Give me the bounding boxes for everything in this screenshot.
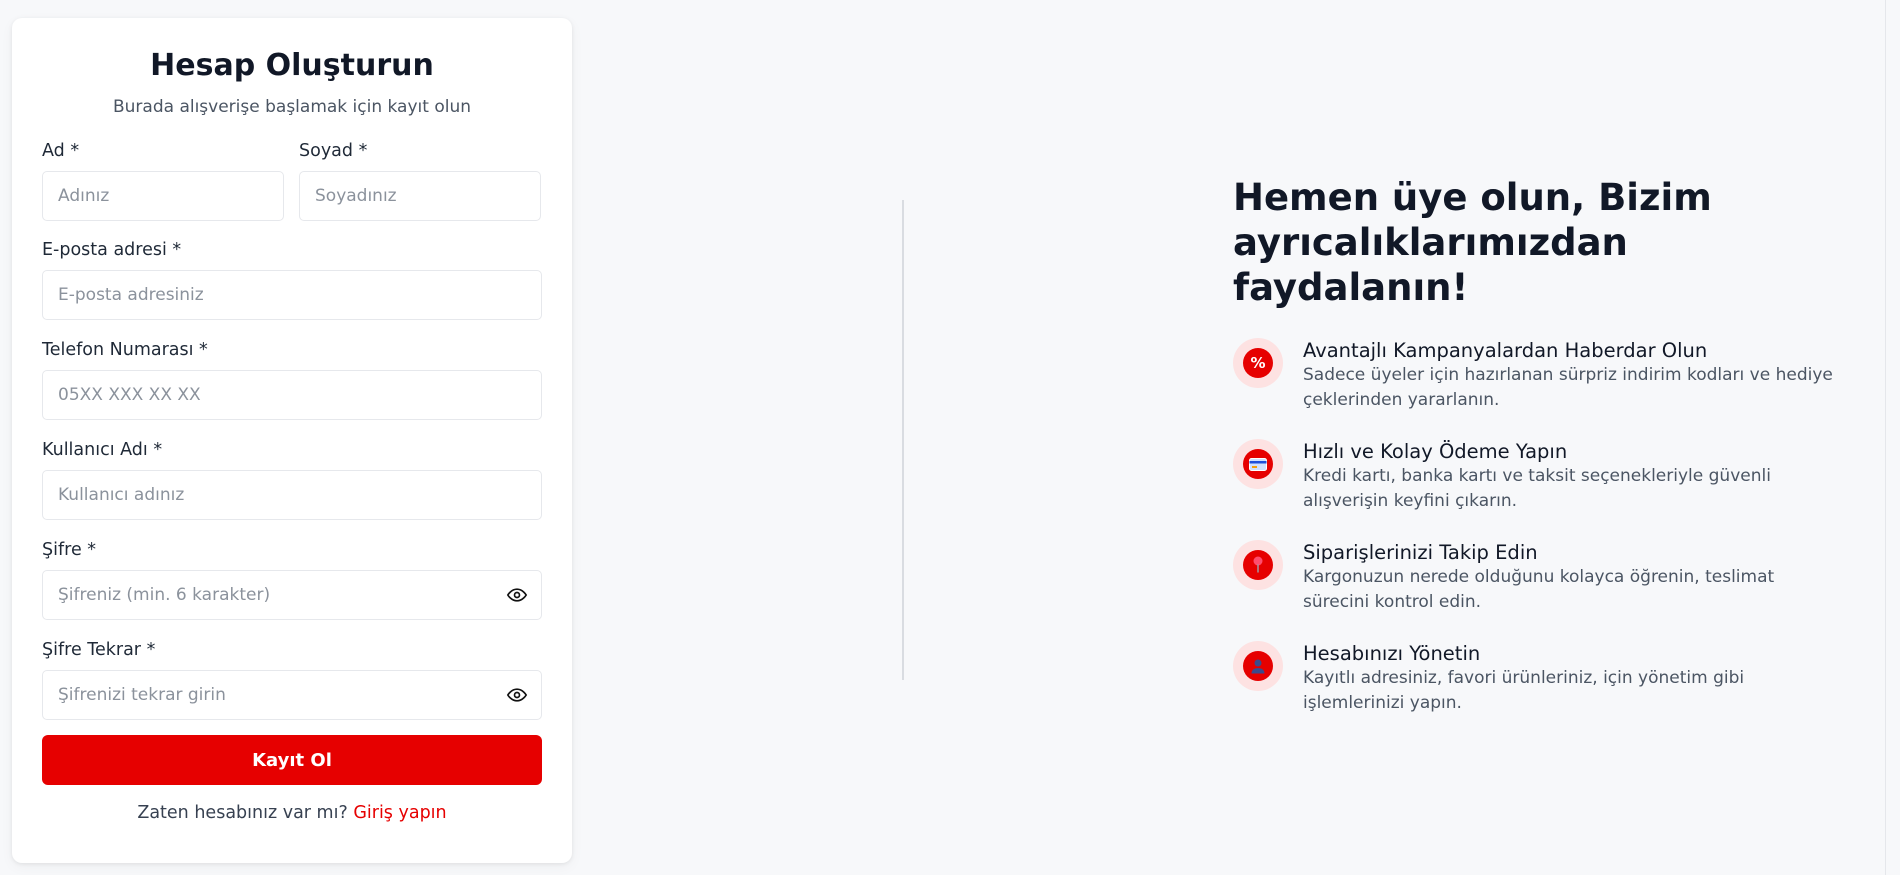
benefits-title: Hemen üye olun, Bizim ayrıcalıklarımızda… bbox=[1233, 176, 1712, 309]
last-name-input[interactable] bbox=[299, 171, 541, 221]
feature-item: % Avantajlı Kampanyalardan Haberdar Olun… bbox=[1233, 338, 1853, 413]
feature-item: Hızlı ve Kolay Ödeme Yapın Kredi kartı, … bbox=[1233, 439, 1853, 514]
username-input[interactable] bbox=[42, 470, 542, 520]
password-input-wrap bbox=[42, 570, 542, 620]
eye-icon[interactable] bbox=[506, 585, 528, 605]
last-name-label: Soyad * bbox=[299, 141, 368, 161]
feature-description: Kargonuzun nerede olduğunu kolayca öğren… bbox=[1303, 567, 1775, 612]
user-icon bbox=[1233, 641, 1283, 691]
page-subtitle: Burada alışverişe başlamak için kayıt ol… bbox=[112, 97, 472, 117]
email-input[interactable] bbox=[42, 270, 542, 320]
phone-label: Telefon Numarası * bbox=[42, 340, 208, 360]
location-pin-icon bbox=[1233, 540, 1283, 590]
feature-text: Siparişlerinizi Takip Edin Kargonuzun ne… bbox=[1303, 540, 1843, 615]
page-title: Hesap Oluşturun bbox=[150, 48, 434, 83]
submit-wrap: Kayıt Ol bbox=[42, 735, 542, 785]
feature-list: % Avantajlı Kampanyalardan Haberdar Olun… bbox=[1233, 338, 1853, 716]
login-prompt: Zaten hesabınız var mı? bbox=[137, 803, 348, 823]
email-label: E-posta adresi * bbox=[42, 240, 182, 260]
password-group: Şifre * bbox=[42, 539, 542, 620]
feature-title: Avantajlı Kampanyalardan Haberdar Olun bbox=[1303, 339, 1708, 362]
feature-title: Hızlı ve Kolay Ödeme Yapın bbox=[1303, 440, 1568, 463]
vertical-divider bbox=[902, 200, 904, 680]
register-button[interactable]: Kayıt Ol bbox=[42, 735, 542, 785]
username-group: Kullanıcı Adı * bbox=[42, 439, 542, 520]
register-card: Hesap Oluşturun Burada alışverişe başlam… bbox=[12, 18, 572, 863]
feature-description: Kredi kartı, banka kartı ve taksit seçen… bbox=[1303, 466, 1771, 511]
eye-icon[interactable] bbox=[506, 685, 528, 705]
first-name-label: Ad * bbox=[42, 141, 80, 161]
password-confirm-group: Şifre Tekrar * bbox=[42, 639, 542, 720]
phone-input[interactable] bbox=[42, 370, 542, 420]
password-confirm-input-wrap bbox=[42, 670, 542, 720]
feature-item: Hesabınızı Yönetin Kayıtlı adresiniz, fa… bbox=[1233, 641, 1853, 716]
password-confirm-label: Şifre Tekrar * bbox=[42, 640, 156, 660]
feature-text: Hızlı ve Kolay Ödeme Yapın Kredi kartı, … bbox=[1303, 439, 1843, 514]
percent-icon: % bbox=[1233, 338, 1283, 388]
scrollbar[interactable] bbox=[1885, 0, 1900, 875]
password-confirm-input[interactable] bbox=[42, 670, 542, 720]
phone-group: Telefon Numarası * bbox=[42, 339, 542, 420]
login-line: Zaten hesabınız var mı? Giriş yapın bbox=[42, 803, 542, 823]
first-name-input[interactable] bbox=[42, 171, 284, 221]
credit-card-icon bbox=[1233, 439, 1283, 489]
username-label: Kullanıcı Adı * bbox=[42, 440, 163, 460]
feature-description: Kayıtlı adresiniz, favori ürünleriniz, i… bbox=[1303, 668, 1745, 713]
first-name-group: Ad * bbox=[42, 140, 284, 221]
feature-text: Hesabınızı Yönetin Kayıtlı adresiniz, fa… bbox=[1303, 641, 1843, 716]
last-name-group: Soyad * bbox=[299, 140, 541, 221]
feature-description: Sadece üyeler için hazırlanan sürpriz in… bbox=[1303, 365, 1833, 410]
name-row: Ad * Soyad * bbox=[42, 140, 542, 221]
feature-title: Siparişlerinizi Takip Edin bbox=[1303, 541, 1538, 564]
login-link[interactable]: Giriş yapın bbox=[353, 803, 446, 823]
email-group: E-posta adresi * bbox=[42, 239, 542, 320]
password-input[interactable] bbox=[42, 570, 542, 620]
benefits-panel: Hemen üye olun, Bizim ayrıcalıklarımızda… bbox=[1233, 175, 1853, 742]
feature-text: Avantajlı Kampanyalardan Haberdar Olun S… bbox=[1303, 338, 1843, 413]
feature-title: Hesabınızı Yönetin bbox=[1303, 642, 1481, 665]
feature-item: Siparişlerinizi Takip Edin Kargonuzun ne… bbox=[1233, 540, 1853, 615]
password-label: Şifre * bbox=[42, 540, 97, 560]
